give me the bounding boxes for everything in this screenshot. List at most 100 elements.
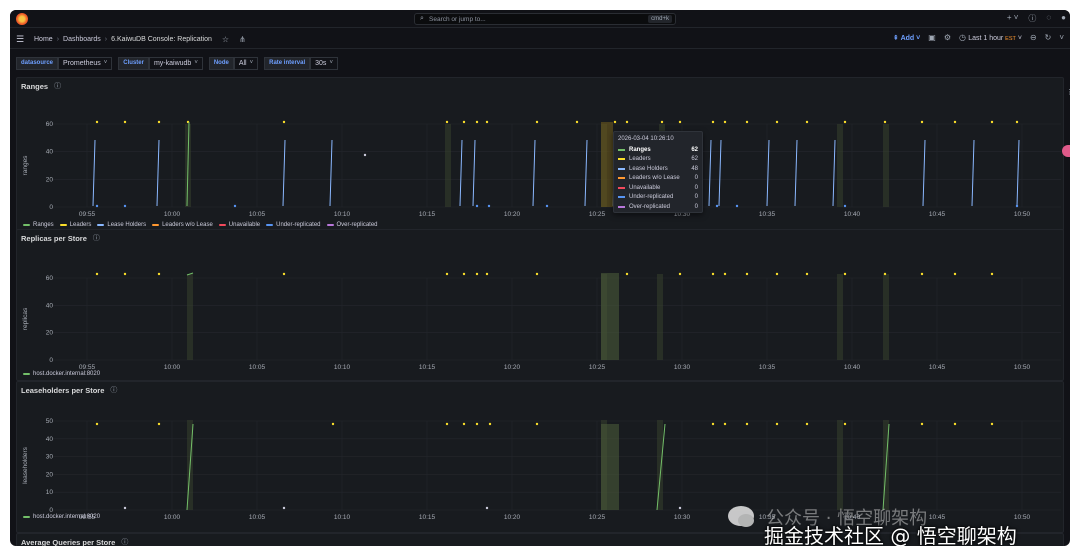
tooltip-swatch bbox=[618, 158, 625, 161]
legend-item[interactable]: host.docker.internal:8020 bbox=[23, 371, 100, 377]
data-point bbox=[805, 272, 809, 276]
leaseholders-legend: host.docker.internal:8020 bbox=[23, 514, 100, 520]
add-button[interactable]: ⇞ Add ˅ bbox=[893, 34, 920, 42]
legend-item[interactable]: host.docker.internal:8020 bbox=[23, 514, 100, 520]
breadcrumb-home[interactable]: Home bbox=[34, 36, 53, 43]
legend-item[interactable]: Ranges bbox=[23, 222, 54, 228]
rss-icon[interactable]: ◌ bbox=[1046, 13, 1051, 24]
tooltip-rows: Ranges 62 Leaders 62 Lease Holders 48 Leaders … bbox=[618, 145, 698, 212]
data-point bbox=[485, 272, 489, 276]
tooltip-series-name: Ranges bbox=[629, 146, 651, 153]
tooltip-swatch bbox=[618, 148, 625, 151]
tooltip-time: 2026-03-04 10:26:10 bbox=[618, 136, 674, 142]
chevron-down-icon[interactable]: ˅ bbox=[1059, 33, 1064, 42]
y-axis-label: ranges bbox=[22, 155, 29, 176]
side-feedback-badge[interactable] bbox=[1062, 145, 1070, 157]
save-icon[interactable]: ▣ bbox=[928, 33, 936, 42]
tooltip-series-name: Leaders bbox=[629, 156, 651, 163]
replicas-graph[interactable]: 0 20 40 60 replicas 09:55 10:00 10:05 10:10 10:15… bbox=[17, 230, 1065, 382]
y-tick-label: 20 bbox=[46, 471, 54, 478]
data-point bbox=[953, 120, 957, 124]
y-tick-label: 40 bbox=[46, 149, 54, 156]
panel-ranges[interactable]: Ranges ⓘ 0 20 40 60 ranges 09:55 10:00 10:05 10:1… bbox=[16, 77, 1064, 235]
data-point bbox=[678, 506, 682, 510]
variable-select-datasource[interactable]: Prometheus ˅ bbox=[58, 56, 113, 70]
data-point bbox=[775, 120, 779, 124]
breadcrumb-dashboards[interactable]: Dashboards bbox=[63, 36, 101, 43]
zoom-out-icon[interactable]: ⊖ bbox=[1030, 33, 1037, 42]
x-tick-label: 10:25 bbox=[589, 514, 606, 521]
share-icon[interactable]: ⋔ bbox=[239, 35, 246, 44]
data-point bbox=[745, 272, 749, 276]
dashboard-nav-bar: ☰ Home › Dashboards › 6.KaiwuDB Console:… bbox=[10, 29, 1070, 49]
info-icon[interactable]: ⓘ bbox=[121, 537, 128, 546]
avatar[interactable]: ● bbox=[1061, 13, 1066, 24]
data-point bbox=[715, 204, 719, 208]
tooltip-swatch bbox=[618, 177, 625, 180]
legend-item[interactable]: Lease Holders bbox=[97, 222, 146, 228]
x-tick-label: 10:50 bbox=[1014, 211, 1031, 218]
add-icon: ⇞ bbox=[893, 34, 901, 42]
legend-item[interactable]: Under-replicated bbox=[266, 222, 321, 228]
top-bar: ⌕ Search or jump to... cmd+k + ˅ ⓘ ◌ ● bbox=[10, 10, 1070, 28]
gear-icon[interactable]: ⚙ bbox=[944, 33, 951, 42]
highlight-band bbox=[445, 124, 451, 207]
data-point bbox=[157, 120, 161, 124]
highlight-band bbox=[837, 420, 843, 510]
series-line bbox=[282, 139, 286, 207]
graph-tooltip: 2026-03-04 10:26:10 Ranges 62 Leaders 62 Lea… bbox=[613, 131, 703, 213]
data-point bbox=[157, 272, 161, 276]
legend-swatch bbox=[23, 224, 30, 226]
legend-item[interactable]: Unavailable bbox=[218, 222, 260, 228]
legend-swatch bbox=[218, 224, 226, 226]
series-line bbox=[971, 139, 975, 207]
data-point bbox=[711, 272, 715, 276]
menu-icon[interactable]: ☰ bbox=[16, 34, 24, 45]
series-line bbox=[832, 139, 836, 207]
variable-select-node[interactable]: All ˅ bbox=[233, 56, 259, 70]
series-line bbox=[532, 139, 536, 207]
refresh-icon[interactable]: ↻ bbox=[1045, 33, 1052, 42]
y-tick-label: 0 bbox=[49, 507, 53, 514]
search-input[interactable]: ⌕ Search or jump to... cmd+k bbox=[414, 13, 676, 25]
ranges-legend: Ranges Leaders Lease Holders Leaders w/o Le… bbox=[23, 222, 378, 228]
series-line bbox=[472, 139, 476, 207]
y-tick-label: 0 bbox=[49, 204, 53, 211]
variable-select-cluster[interactable]: my-kaiwudb ˅ bbox=[148, 56, 203, 70]
x-tick-label: 10:10 bbox=[334, 364, 351, 371]
data-point bbox=[123, 272, 127, 276]
legend-swatch bbox=[152, 224, 160, 226]
data-point bbox=[745, 422, 749, 426]
legend-item[interactable]: Over-replicated bbox=[326, 222, 378, 228]
data-point bbox=[485, 120, 489, 124]
star-icon[interactable]: ☆ bbox=[222, 35, 229, 44]
ranges-graph[interactable]: 0 20 40 60 ranges 09:55 10:00 10:05 10:10 10:15 10… bbox=[17, 78, 1065, 236]
grafana-logo-icon[interactable] bbox=[16, 13, 28, 25]
panel-replicas-per-store[interactable]: Replicas per Store ⓘ 0 20 40 60 replicas 09:55… bbox=[16, 229, 1064, 381]
legend-swatch bbox=[326, 224, 334, 226]
data-point bbox=[920, 120, 924, 124]
legend-label: host.docker.internal:8020 bbox=[33, 371, 101, 377]
data-point bbox=[843, 204, 847, 208]
panel-title: Average Queries per Store ⓘ bbox=[21, 537, 129, 547]
series-line bbox=[156, 139, 160, 207]
highlight-band bbox=[883, 274, 889, 360]
plus-icon[interactable]: + ˅ bbox=[1007, 13, 1019, 24]
time-range-picker[interactable]: ◷ Last 1 hour EST ˅ bbox=[959, 33, 1022, 42]
data-point bbox=[660, 120, 664, 124]
data-point bbox=[805, 422, 809, 426]
data-point bbox=[1015, 204, 1019, 208]
legend-item[interactable]: Leaders bbox=[59, 222, 91, 228]
series-line bbox=[794, 139, 798, 207]
series-line bbox=[584, 139, 588, 207]
highlight-band bbox=[837, 124, 843, 207]
help-icon[interactable]: ⓘ bbox=[1028, 13, 1036, 24]
variable-select-rate-interval[interactable]: 30s ˅ bbox=[310, 56, 338, 70]
panel-menu-icon[interactable]: ⋮ bbox=[1066, 88, 1070, 100]
data-point bbox=[475, 422, 479, 426]
data-point bbox=[95, 204, 99, 208]
data-point bbox=[1015, 120, 1019, 124]
tooltip-series-value: 0 bbox=[694, 184, 698, 191]
legend-item[interactable]: Leaders w/o Lease bbox=[152, 222, 213, 228]
y-tick-label: 60 bbox=[46, 275, 54, 282]
